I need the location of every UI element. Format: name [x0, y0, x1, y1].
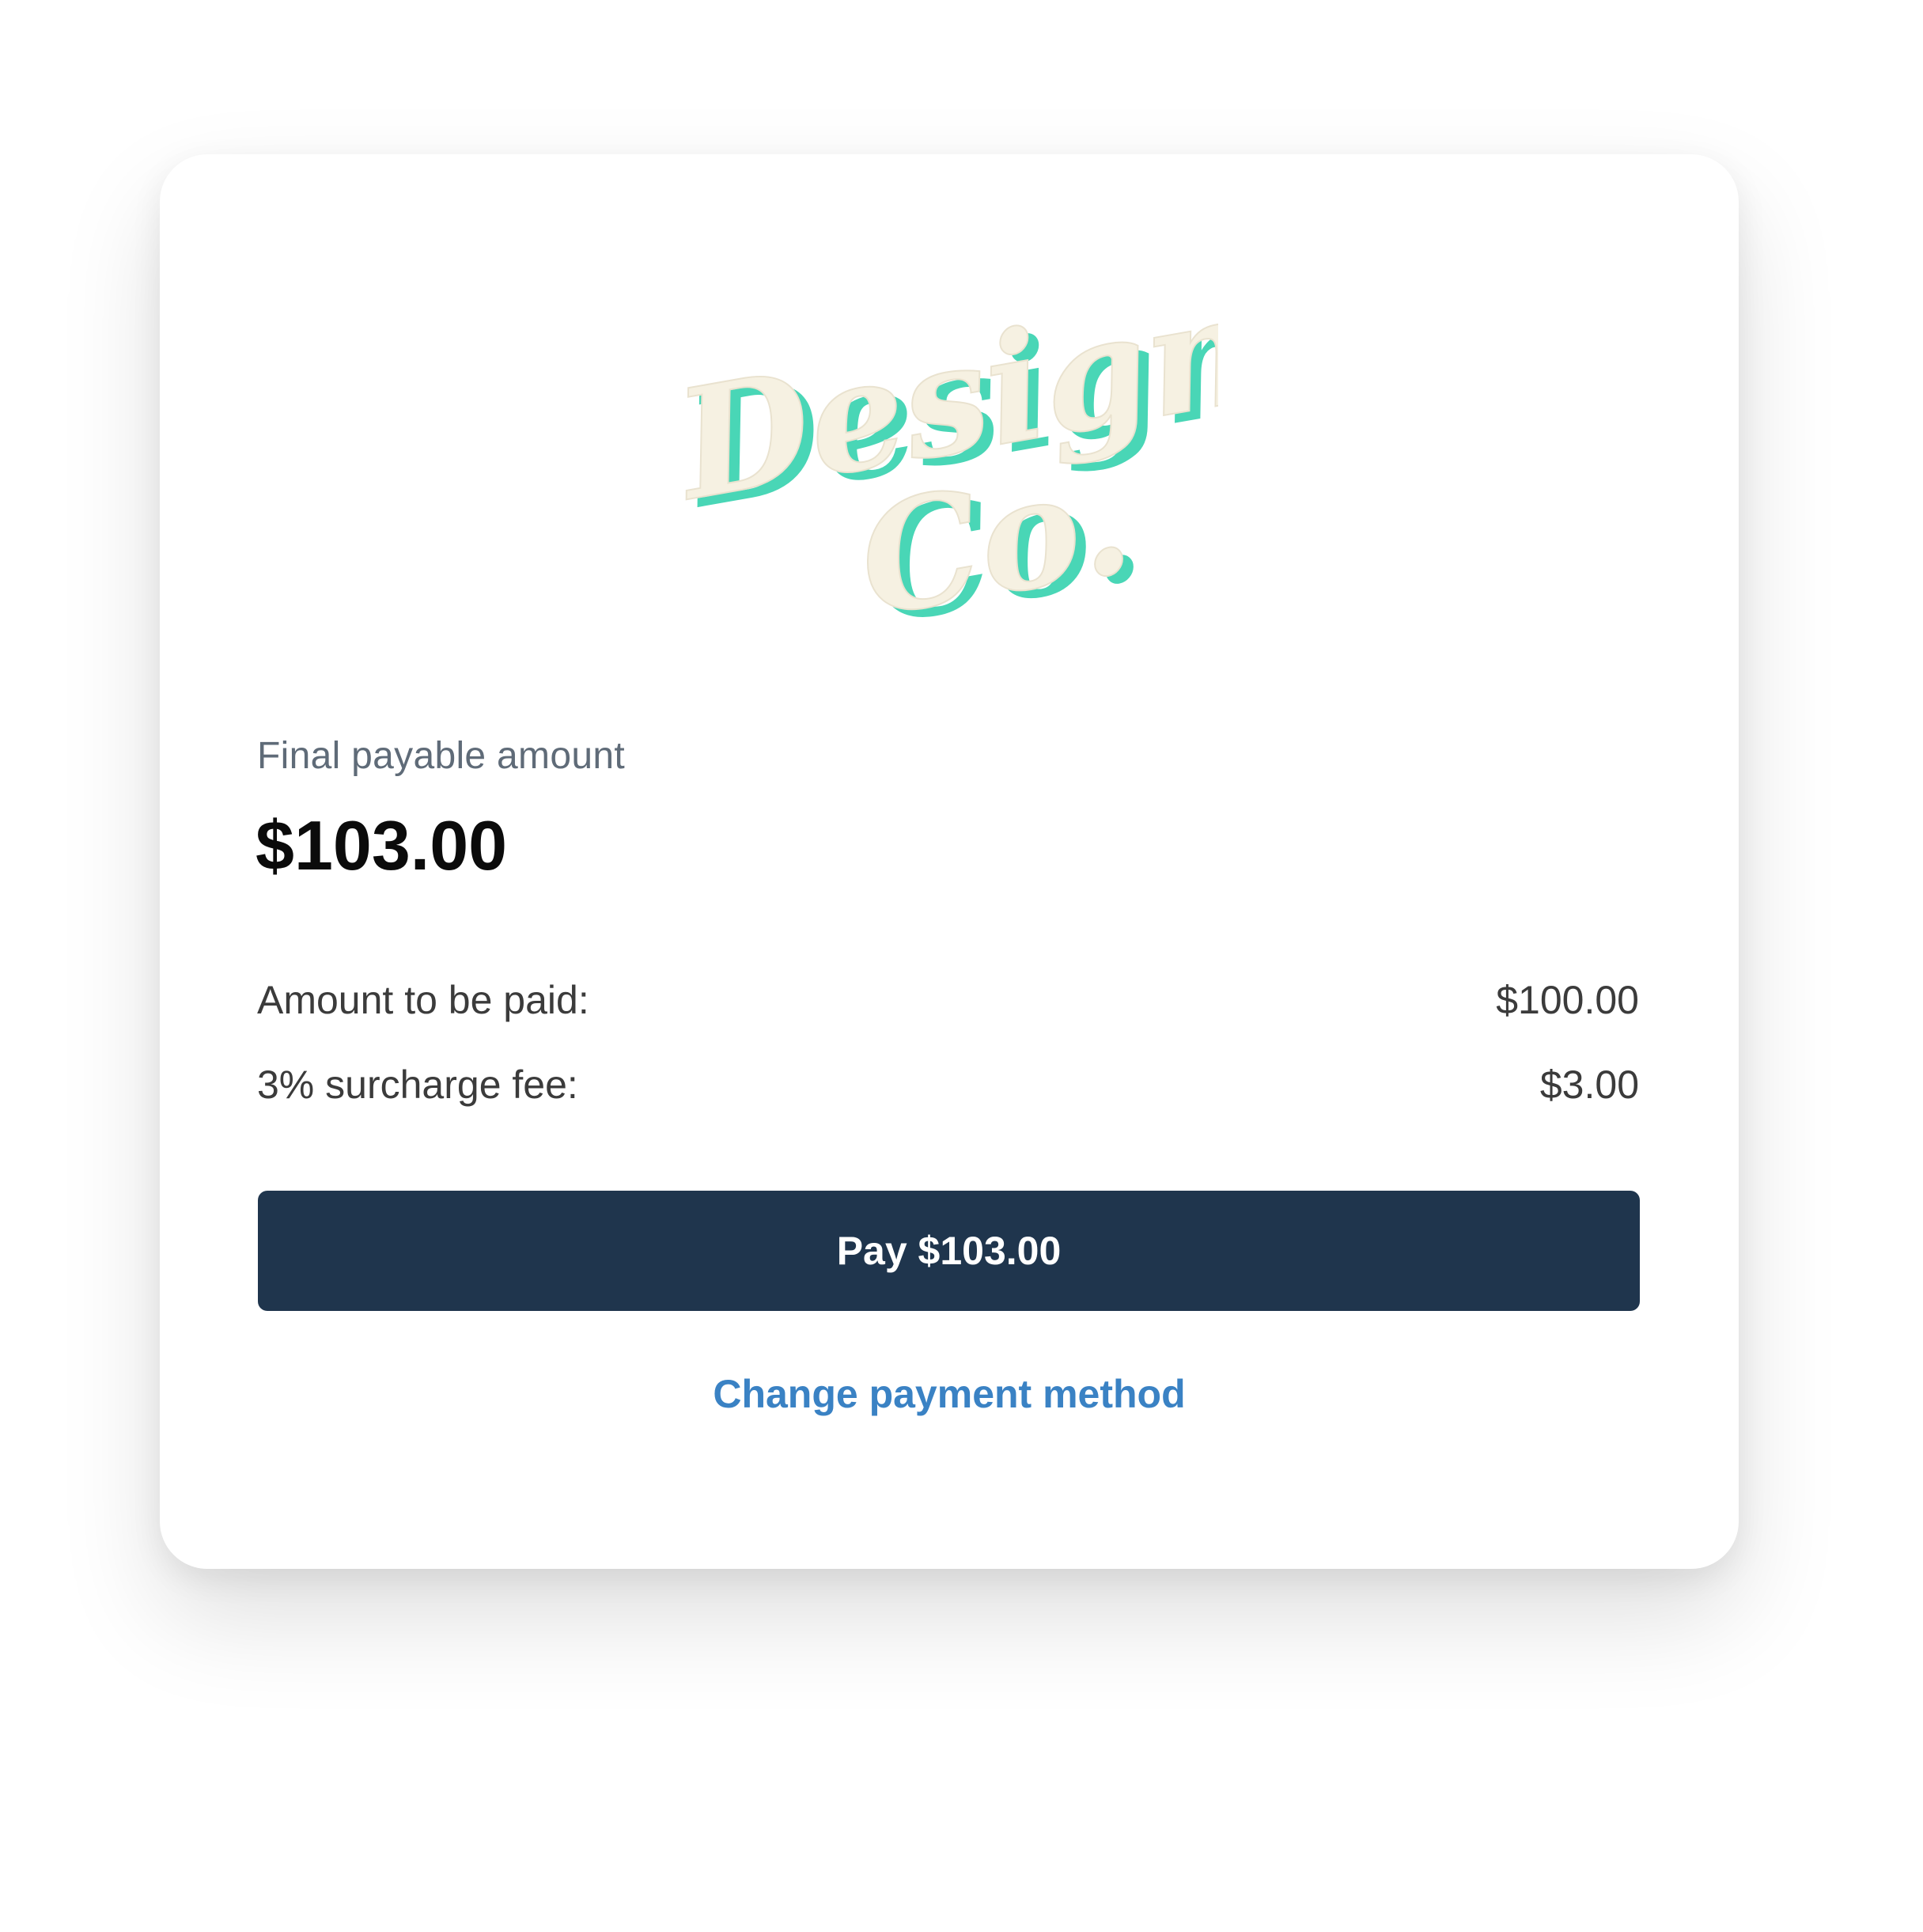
brand-logo: Design Co. Design Co.	[680, 293, 1218, 641]
final-amount-value: $103.00	[256, 806, 508, 885]
breakdown-row-surcharge: 3% surcharge fee: $3.00	[257, 1062, 1639, 1108]
page: Design Co. Design Co. Final payable amou…	[0, 0, 1923, 1932]
change-payment-method-label[interactable]: Change payment method	[713, 1372, 1185, 1416]
breakdown-label: Amount to be paid:	[257, 978, 589, 1022]
final-amount-label: Final payable amount	[257, 735, 625, 777]
pay-button[interactable]: Pay $103.00	[258, 1191, 1640, 1311]
breakdown-value: $3.00	[1539, 1063, 1639, 1107]
breakdown-row-amount: Amount to be paid: $100.00	[257, 977, 1639, 1023]
breakdown-value: $100.00	[1496, 978, 1639, 1022]
breakdown-label: 3% surcharge fee:	[257, 1063, 578, 1107]
change-payment-method-link[interactable]: Change payment method	[0, 1371, 1898, 1417]
